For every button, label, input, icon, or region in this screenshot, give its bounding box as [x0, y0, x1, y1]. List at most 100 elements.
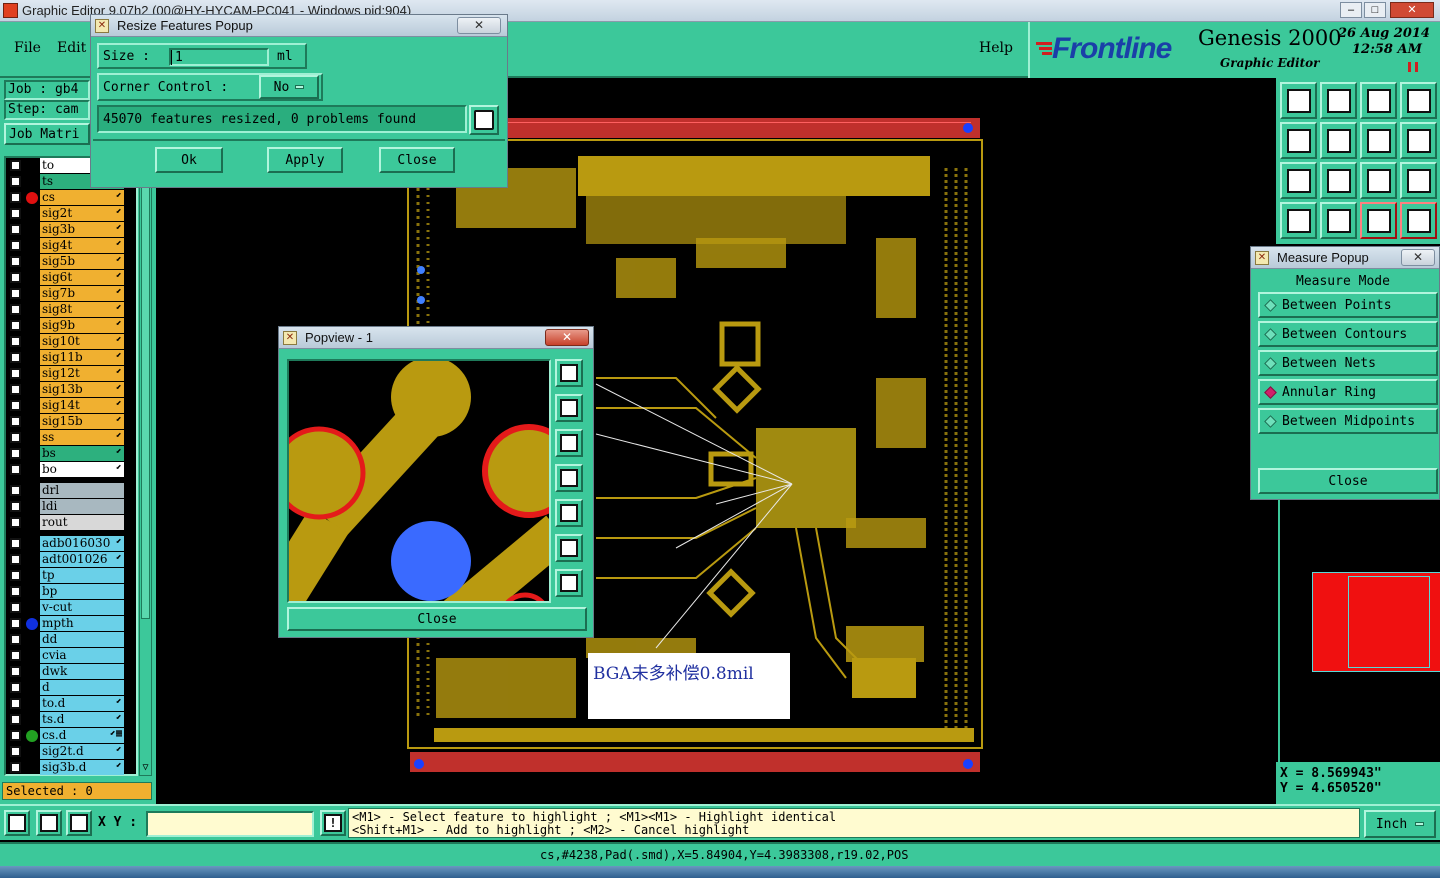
- popview-pan-up-button[interactable]: [555, 394, 583, 422]
- ok-button[interactable]: Ok: [155, 147, 223, 173]
- redraw-button[interactable]: [1400, 122, 1437, 159]
- layer-name[interactable]: sig5b: [40, 254, 124, 269]
- popview-zoom-in-button[interactable]: [555, 534, 583, 562]
- layer-row[interactable]: dwk: [8, 664, 124, 679]
- resize-popup-close-x[interactable]: ✕: [457, 17, 501, 34]
- layer-checkbox[interactable]: [10, 176, 21, 187]
- layer-checkbox[interactable]: [10, 368, 21, 379]
- zoom-window-button[interactable]: [4, 810, 30, 836]
- measure-popup-close-x[interactable]: ✕: [1401, 249, 1435, 266]
- layer-row[interactable]: mpth: [8, 616, 124, 631]
- layer-checkbox[interactable]: [10, 448, 21, 459]
- minimap[interactable]: [1278, 500, 1440, 762]
- layer-checkbox[interactable]: [10, 208, 21, 219]
- popview-pan-left-button[interactable]: [555, 464, 583, 492]
- layer-checkbox[interactable]: [10, 570, 21, 581]
- scale-button[interactable]: [1360, 162, 1397, 199]
- layer-checkbox[interactable]: [10, 698, 21, 709]
- layer-row[interactable]: adb016030 ⬋: [8, 536, 124, 551]
- status-detail-button[interactable]: [469, 105, 499, 135]
- layer-checkbox[interactable]: [10, 634, 21, 645]
- measure-option[interactable]: Between Nets: [1258, 350, 1438, 376]
- popview-canvas[interactable]: [287, 359, 551, 603]
- layer-checkbox[interactable]: [10, 320, 21, 331]
- layer-name[interactable]: sig2t.d: [40, 744, 124, 759]
- layer-checkbox[interactable]: [10, 336, 21, 347]
- layer-checkbox[interactable]: [10, 160, 21, 171]
- measure-option[interactable]: Between Contours: [1258, 321, 1438, 347]
- layer-name[interactable]: sig13b: [40, 382, 124, 397]
- layer-name[interactable]: sig11b: [40, 350, 124, 365]
- layer-name[interactable]: bp: [40, 584, 124, 599]
- layer-name[interactable]: ldi: [40, 499, 124, 514]
- layer-row[interactable]: dd: [8, 632, 124, 647]
- layer-checkbox[interactable]: [10, 602, 21, 613]
- layer-name[interactable]: sig3b.d: [40, 760, 124, 775]
- layer-checkbox[interactable]: [10, 384, 21, 395]
- layer-name[interactable]: dd: [40, 632, 124, 647]
- layer-row[interactable]: sig15b ⬋: [8, 414, 124, 429]
- layer-name[interactable]: sig9b: [40, 318, 124, 333]
- grid-button[interactable]: [1320, 202, 1357, 239]
- layer-name[interactable]: mpth: [40, 616, 124, 631]
- layer-name[interactable]: sig12t: [40, 366, 124, 381]
- layer-row[interactable]: sig6t ⬋: [8, 270, 124, 285]
- measure-option[interactable]: Annular Ring: [1258, 379, 1438, 405]
- snap-button[interactable]: [66, 810, 92, 836]
- layer-row[interactable]: sig10t ⬋: [8, 334, 124, 349]
- pan-up-button[interactable]: [1280, 82, 1317, 119]
- layer-scrollbar[interactable]: ▽: [139, 156, 152, 776]
- layer-checkbox[interactable]: [10, 304, 21, 315]
- layer-name[interactable]: sig14t: [40, 398, 124, 413]
- layer-row[interactable]: sig12t ⬋: [8, 366, 124, 381]
- layer-row[interactable]: sig2t ⬋: [8, 206, 124, 221]
- layer-name[interactable]: sig6t: [40, 270, 124, 285]
- layer-checkbox[interactable]: [10, 240, 21, 251]
- layer-row[interactable]: cs ⬋: [8, 190, 124, 205]
- layer-checkbox[interactable]: [10, 501, 21, 512]
- menu-edit[interactable]: Edit: [57, 40, 86, 56]
- layer-row[interactable]: v-cut: [8, 600, 124, 615]
- snap-settings-button[interactable]: [1280, 202, 1317, 239]
- layer-row[interactable]: sig5b ⬋: [8, 254, 124, 269]
- layer-row[interactable]: sig2t.d ⬋: [8, 744, 124, 759]
- zoom-in-button[interactable]: [1280, 162, 1317, 199]
- layer-name[interactable]: rout: [40, 515, 124, 530]
- layer-name[interactable]: drl: [40, 483, 124, 498]
- layer-color-button[interactable]: [1360, 202, 1397, 239]
- layer-row[interactable]: bp: [8, 584, 124, 599]
- alert-button[interactable]: !: [320, 810, 346, 836]
- popview-pan-right-button[interactable]: [555, 499, 583, 527]
- measure-close-button[interactable]: Close: [1258, 468, 1438, 494]
- layer-row[interactable]: sig9b ⬋: [8, 318, 124, 333]
- measure-tool-button[interactable]: [36, 810, 62, 836]
- layer-row[interactable]: sig14t ⬋: [8, 398, 124, 413]
- apply-button[interactable]: Apply: [267, 147, 343, 173]
- popview-zoom-fit-button[interactable]: [555, 359, 583, 387]
- layer-checkbox[interactable]: [10, 538, 21, 549]
- measure-option[interactable]: Between Midpoints: [1258, 408, 1438, 434]
- xy-input[interactable]: [146, 811, 314, 837]
- layer-row[interactable]: bs ⬋: [8, 446, 124, 461]
- layer-name[interactable]: tp: [40, 568, 124, 583]
- layer-name[interactable]: adt001026: [40, 552, 124, 567]
- layer-checkbox[interactable]: [10, 272, 21, 283]
- layer-checkbox[interactable]: [10, 485, 21, 496]
- layer-checkbox[interactable]: [10, 762, 21, 773]
- layer-checkbox[interactable]: [10, 432, 21, 443]
- layer-color-alt-button[interactable]: [1400, 202, 1437, 239]
- layer-checkbox[interactable]: [10, 416, 21, 427]
- layer-row[interactable]: cvia: [8, 648, 124, 663]
- layer-row[interactable]: cs.d ⬋▦: [8, 728, 124, 743]
- layer-row[interactable]: drl: [8, 483, 124, 498]
- layer-row[interactable]: rout: [8, 515, 124, 530]
- layer-checkbox[interactable]: [10, 224, 21, 235]
- layer-checkbox[interactable]: [10, 400, 21, 411]
- layer-checkbox[interactable]: [10, 682, 21, 693]
- layer-row[interactable]: ts.d ⬋: [8, 712, 124, 727]
- layer-name[interactable]: v-cut: [40, 600, 124, 615]
- popview-pan-down-button[interactable]: [555, 429, 583, 457]
- layer-row[interactable]: sig11b ⬋: [8, 350, 124, 365]
- layer-name[interactable]: bs: [40, 446, 124, 461]
- popview-zoom-out-button[interactable]: [555, 569, 583, 597]
